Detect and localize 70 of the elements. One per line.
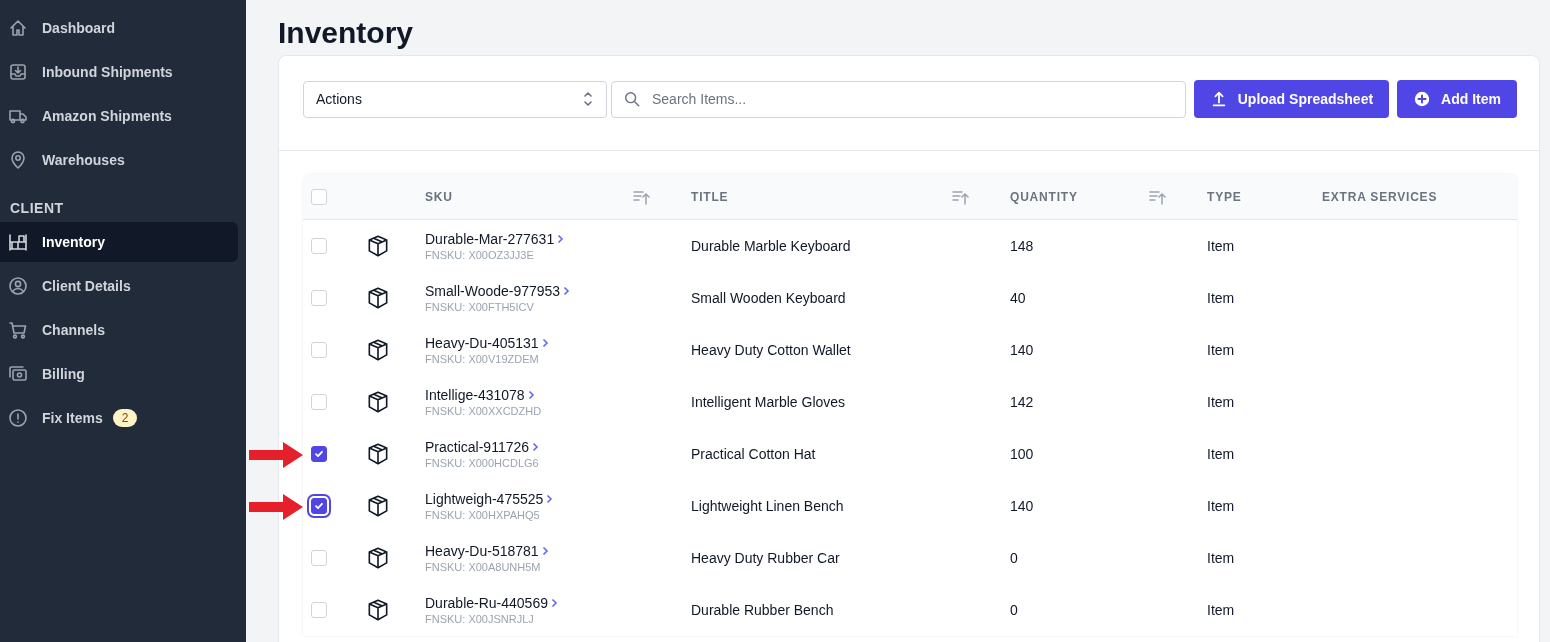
- search-field[interactable]: Search Items...: [611, 80, 1186, 118]
- title-cell: Practical Cotton Hat: [691, 446, 816, 462]
- fnsku-text: FNSKU: X000HCDLG6: [425, 457, 540, 469]
- nav-link[interactable]: Billing: [0, 354, 238, 394]
- type-cell: Item: [1207, 342, 1235, 358]
- nav-label: Channels: [42, 322, 105, 338]
- actions-dropdown[interactable]: Actions: [303, 80, 607, 118]
- fnsku-text: FNSKU: X00V19ZDEM: [425, 353, 540, 365]
- quantity-cell: 100: [1010, 446, 1034, 462]
- nav-label: Inbound Shipments: [42, 64, 173, 80]
- column-header: EXTRA SERVICES: [1322, 189, 1438, 204]
- section-heading: CLIENT: [9, 199, 64, 218]
- type-cell: Item: [1207, 446, 1235, 462]
- type-cell: Item: [1207, 498, 1235, 514]
- type-cell: Item: [1207, 602, 1235, 618]
- column-header[interactable]: TITLE: [691, 189, 729, 204]
- sku-link[interactable]: Durable-Ru-440569: [425, 595, 691, 611]
- nav-link[interactable]: Fix Items 2: [0, 398, 238, 438]
- nav-link[interactable]: Amazon Shipments: [0, 96, 238, 136]
- sku-link[interactable]: Heavy-Du-405131: [425, 335, 691, 351]
- nav-label: Billing: [42, 366, 85, 382]
- quantity-cell: 140: [1010, 342, 1034, 358]
- nav-label: Warehouses: [42, 152, 125, 168]
- type-cell: Item: [1207, 238, 1235, 254]
- action-button[interactable]: Upload Spreadsheet: [1193, 80, 1390, 118]
- nav-link[interactable]: Inbound Shipments: [0, 52, 238, 92]
- type-cell: Item: [1207, 394, 1235, 410]
- count-badge: 2: [112, 409, 138, 427]
- quantity-cell: 0: [1010, 602, 1018, 618]
- action-button[interactable]: Add Item: [1397, 80, 1517, 118]
- fnsku-text: FNSKU: X00JSNRJLJ: [425, 613, 535, 625]
- nav-label: Fix Items: [42, 410, 103, 426]
- nav-link[interactable]: Channels: [0, 310, 238, 350]
- fnsku-text: FNSKU: X00FTH5ICV: [425, 301, 535, 313]
- sku-link[interactable]: Practical-911726: [425, 439, 691, 455]
- nav-link[interactable]: Warehouses: [0, 140, 238, 180]
- title-cell: Lightweight Linen Bench: [691, 498, 844, 514]
- fnsku-text: FNSKU: X00A8UNH5M: [425, 561, 542, 573]
- nav-label: Client Details: [42, 278, 131, 294]
- title-cell: Intelligent Marble Gloves: [691, 394, 846, 410]
- column-header[interactable]: QUANTITY: [1010, 189, 1078, 204]
- sku-link[interactable]: Heavy-Du-518781: [425, 543, 691, 559]
- quantity-cell: 40: [1010, 290, 1026, 306]
- page-title: Inventory: [278, 16, 414, 50]
- type-cell: Item: [1207, 290, 1235, 306]
- title-cell: Heavy Duty Rubber Car: [691, 550, 840, 566]
- sku-link[interactable]: Small-Woode-977953: [425, 283, 691, 299]
- quantity-cell: 0: [1010, 550, 1018, 566]
- title-cell: Durable Marble Keyboard: [691, 238, 851, 254]
- sku-link[interactable]: Durable-Mar-277631: [425, 231, 691, 247]
- quantity-cell: 148: [1010, 238, 1034, 254]
- fnsku-text: FNSKU: X00OZ3JJ3E: [425, 249, 535, 261]
- nav-label: Dashboard: [42, 20, 116, 36]
- nav-label: Inventory: [42, 234, 105, 250]
- sku-link[interactable]: Lightweigh-475525: [425, 491, 691, 507]
- sku-link[interactable]: Intellige-431078: [425, 387, 691, 403]
- title-cell: Durable Rubber Bench: [691, 602, 834, 618]
- quantity-cell: 142: [1010, 394, 1034, 410]
- type-cell: Item: [1207, 550, 1235, 566]
- column-header: TYPE: [1207, 189, 1242, 204]
- title-cell: Heavy Duty Cotton Wallet: [691, 342, 851, 358]
- nav-link[interactable]: Client Details: [0, 266, 238, 306]
- column-header[interactable]: SKU: [425, 189, 453, 204]
- quantity-cell: 140: [1010, 498, 1034, 514]
- nav-label: Amazon Shipments: [42, 108, 172, 124]
- fnsku-text: FNSKU: X00HXPAHQ5: [425, 509, 541, 521]
- nav-link[interactable]: Dashboard: [0, 8, 238, 48]
- title-cell: Small Wooden Keyboard: [691, 290, 846, 306]
- nav-link[interactable]: Inventory: [0, 222, 238, 262]
- fnsku-text: FNSKU: X00XXCDZHD: [425, 405, 543, 417]
